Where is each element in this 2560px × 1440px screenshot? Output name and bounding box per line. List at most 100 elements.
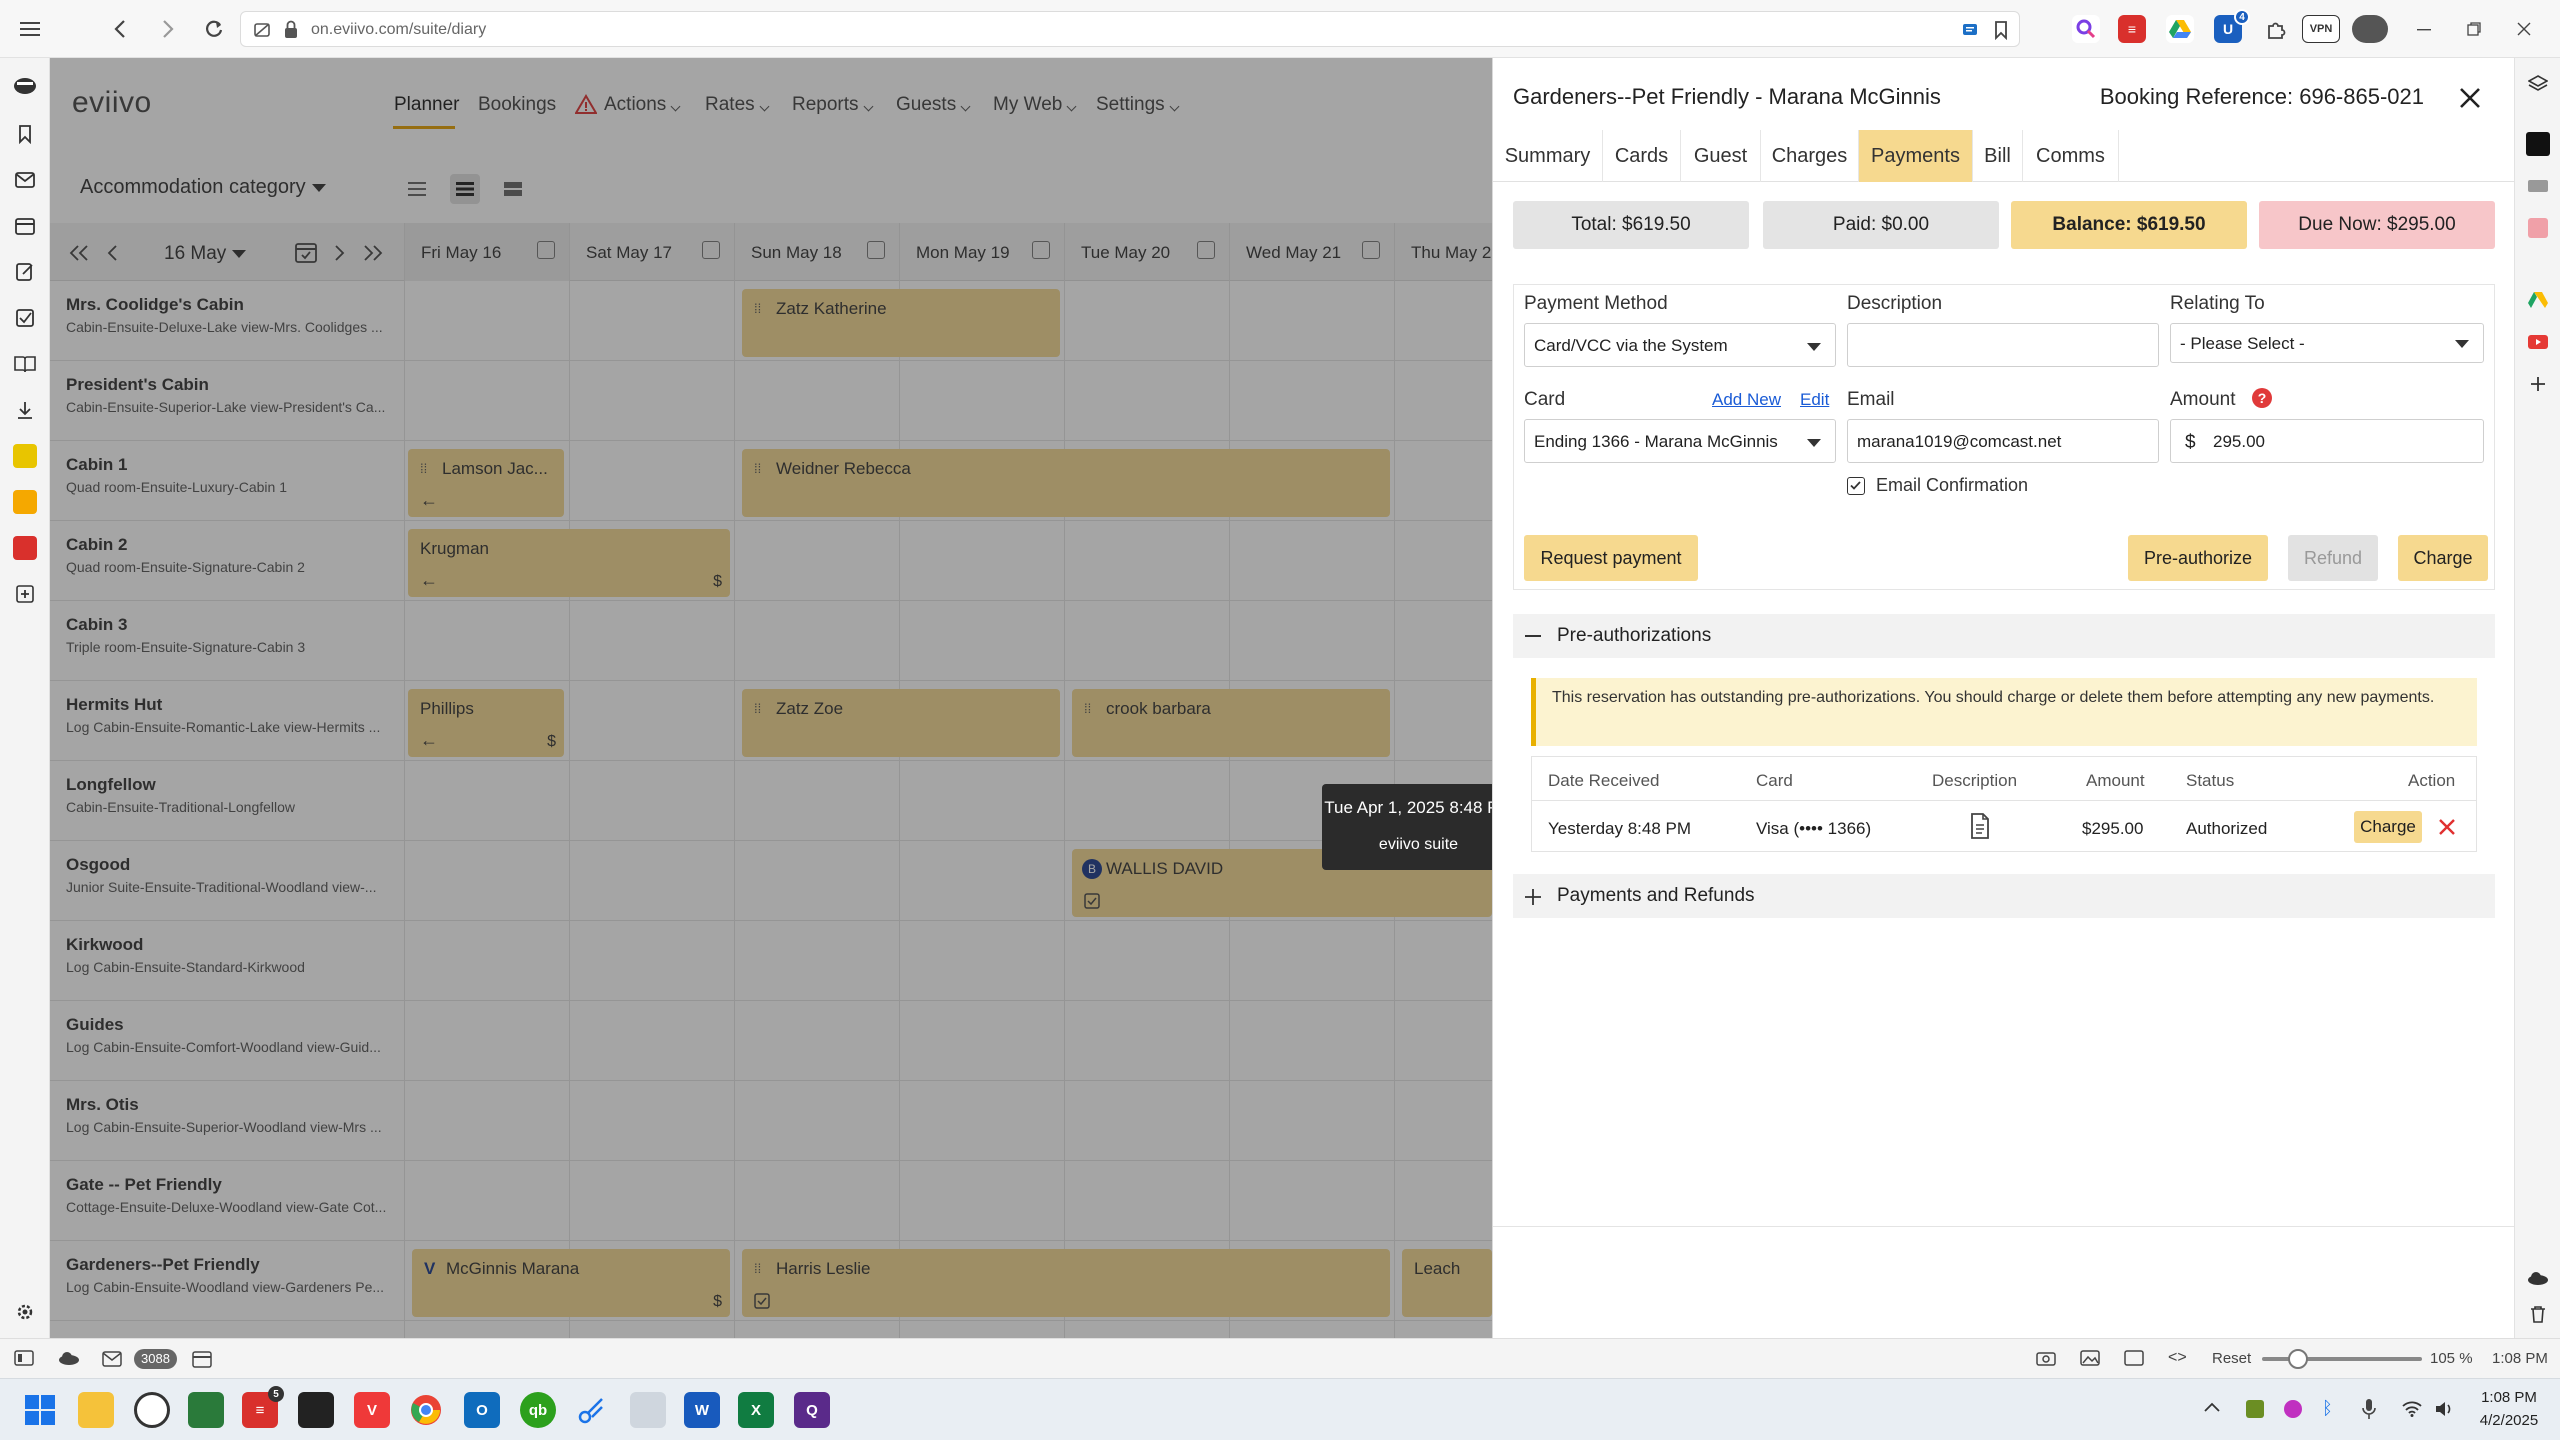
calendar-icon[interactable] bbox=[13, 214, 37, 238]
panel-app-3-icon[interactable] bbox=[2526, 216, 2550, 240]
charge-button[interactable]: Charge bbox=[2398, 535, 2488, 581]
pre-authorize-button[interactable]: Pre-authorize bbox=[2128, 535, 2268, 581]
request-payment-button[interactable]: Request payment bbox=[1524, 535, 1698, 581]
restore-icon[interactable] bbox=[2458, 13, 2490, 45]
taskbar-date[interactable]: 4/2/2025 bbox=[2470, 1412, 2548, 1429]
add-panel-icon[interactable] bbox=[13, 582, 37, 606]
cloud-icon[interactable] bbox=[2526, 1266, 2550, 1290]
file-explorer-icon[interactable] bbox=[78, 1392, 114, 1428]
vpn-icon[interactable]: VPN bbox=[2302, 15, 2340, 43]
web-panel-3-icon[interactable] bbox=[13, 536, 37, 560]
todoist-ext-icon[interactable]: ≡ bbox=[2118, 15, 2146, 43]
web-panel-2-icon[interactable] bbox=[13, 490, 37, 514]
image-toggle-icon[interactable] bbox=[2080, 1350, 2100, 1366]
bookmarks-icon[interactable] bbox=[13, 122, 37, 146]
forward-icon[interactable] bbox=[152, 13, 184, 45]
row-charge-button[interactable]: Charge bbox=[2354, 811, 2422, 843]
tray-app-2-icon[interactable] bbox=[2284, 1400, 2302, 1418]
capture-icon[interactable] bbox=[2036, 1350, 2056, 1366]
reading-list-icon[interactable] bbox=[13, 352, 37, 376]
trash-icon[interactable] bbox=[2526, 1302, 2550, 1326]
app-taskbar-icon-1[interactable] bbox=[188, 1392, 224, 1428]
tab-payments[interactable]: Payments bbox=[1859, 130, 1973, 182]
description-input[interactable] bbox=[1847, 323, 2159, 367]
amount-input[interactable]: $295.00 bbox=[2170, 419, 2484, 463]
card-select[interactable]: Ending 1366 - Marana McGinnis bbox=[1524, 419, 1836, 463]
sync-cloud-icon[interactable] bbox=[58, 1351, 80, 1365]
delete-icon[interactable] bbox=[2438, 818, 2456, 836]
preauth-section-header[interactable]: Pre-authorizations bbox=[1513, 614, 2495, 658]
start-button[interactable] bbox=[22, 1392, 58, 1428]
bitwarden-ext-icon[interactable]: U 4 bbox=[2214, 9, 2250, 43]
taskbar-time[interactable]: 1:08 PM bbox=[2474, 1389, 2544, 1406]
bluetooth-icon[interactable]: ᛒ bbox=[2322, 1398, 2333, 1419]
zoom-slider[interactable] bbox=[2262, 1357, 2422, 1361]
todoist-taskbar-icon[interactable]: ≡ 5 bbox=[242, 1386, 284, 1428]
tab-summary[interactable]: Summary bbox=[1493, 130, 1603, 182]
payments-refunds-header[interactable]: Payments and Refunds bbox=[1513, 874, 2495, 918]
panel-app-1-icon[interactable] bbox=[2526, 132, 2550, 156]
url-text[interactable]: on.eviivo.com/suite/diary bbox=[311, 21, 486, 39]
tab-guest[interactable]: Guest bbox=[1681, 130, 1761, 182]
vivaldi-taskbar-icon[interactable] bbox=[134, 1392, 170, 1428]
app-taskbar-icon-2[interactable] bbox=[298, 1392, 334, 1428]
panel-toggle-icon[interactable] bbox=[14, 1350, 34, 1366]
mail-icon[interactable] bbox=[13, 168, 37, 192]
tray-overflow-icon[interactable] bbox=[2204, 1402, 2220, 1412]
site-settings-icon[interactable] bbox=[253, 21, 271, 39]
email-input[interactable]: marana1019@comcast.net bbox=[1847, 419, 2159, 463]
notes-icon[interactable] bbox=[13, 260, 37, 284]
add-new-card-link[interactable]: Add New bbox=[1712, 390, 1781, 410]
wifi-icon[interactable] bbox=[2402, 1401, 2422, 1417]
close-panel-icon[interactable] bbox=[2456, 84, 2484, 112]
volume-icon[interactable] bbox=[2434, 1401, 2454, 1417]
tab-bill[interactable]: Bill bbox=[1973, 130, 2023, 182]
status-calendar-icon[interactable] bbox=[192, 1350, 212, 1368]
document-icon[interactable] bbox=[1970, 813, 1990, 839]
page-actions-icon[interactable]: <> bbox=[2168, 1349, 2187, 1367]
tab-charges[interactable]: Charges bbox=[1761, 130, 1859, 182]
address-bar[interactable]: on.eviivo.com/suite/diary bbox=[240, 11, 2020, 47]
reload-icon[interactable] bbox=[198, 13, 230, 45]
tab-comms[interactable]: Comms bbox=[2023, 130, 2119, 182]
minimize-icon[interactable] bbox=[2408, 13, 2440, 45]
panel-app-4-icon[interactable] bbox=[2526, 288, 2550, 312]
search-ext-icon[interactable] bbox=[2072, 15, 2100, 43]
payment-method-select[interactable]: Card/VCC via the System bbox=[1524, 323, 1836, 367]
web-panel-1-icon[interactable] bbox=[13, 444, 37, 468]
page-tiling-icon[interactable] bbox=[2124, 1350, 2144, 1366]
modal-backdrop[interactable] bbox=[50, 58, 1492, 1338]
edit-card-link[interactable]: Edit bbox=[1800, 390, 1829, 410]
reader-icon[interactable] bbox=[1961, 21, 1979, 39]
back-icon[interactable] bbox=[104, 13, 136, 45]
printer-icon[interactable] bbox=[630, 1392, 666, 1428]
help-icon[interactable]: ? bbox=[2252, 388, 2272, 408]
tray-app-1-icon[interactable] bbox=[2246, 1400, 2264, 1418]
bookmark-icon[interactable] bbox=[1993, 20, 2009, 40]
app-taskbar-icon-3[interactable]: Q bbox=[794, 1392, 830, 1428]
settings-gear-icon[interactable] bbox=[13, 1300, 37, 1324]
window-close-icon[interactable] bbox=[2508, 13, 2540, 45]
refund-button[interactable]: Refund bbox=[2288, 535, 2378, 581]
zoom-slider-handle[interactable] bbox=[2288, 1349, 2308, 1369]
word-icon[interactable]: W bbox=[684, 1392, 720, 1428]
email-confirmation-checkbox[interactable] bbox=[1847, 477, 1865, 495]
downloads-icon[interactable] bbox=[13, 398, 37, 422]
relating-to-select[interactable]: - Please Select - bbox=[2170, 323, 2484, 363]
status-mail-icon[interactable] bbox=[102, 1351, 122, 1367]
add-web-panel-icon[interactable] bbox=[2526, 372, 2550, 396]
vivaldi-icon[interactable] bbox=[13, 74, 37, 98]
outlook-icon[interactable]: O bbox=[464, 1392, 500, 1428]
snipping-tool-icon[interactable] bbox=[574, 1392, 610, 1428]
vivaldi-red-icon[interactable]: V bbox=[354, 1392, 390, 1428]
quickbooks-icon[interactable]: qb bbox=[520, 1392, 556, 1428]
chrome-icon[interactable] bbox=[408, 1392, 444, 1428]
panel-app-2-icon[interactable] bbox=[2526, 174, 2550, 198]
microphone-icon[interactable] bbox=[2362, 1398, 2376, 1420]
excel-icon[interactable]: X bbox=[738, 1392, 774, 1428]
tasks-icon[interactable] bbox=[13, 306, 37, 330]
drive-ext-icon[interactable] bbox=[2166, 15, 2194, 43]
zoom-reset[interactable]: Reset bbox=[2212, 1350, 2251, 1367]
panel-app-5-icon[interactable] bbox=[2526, 330, 2550, 354]
menu-icon[interactable] bbox=[14, 13, 46, 45]
